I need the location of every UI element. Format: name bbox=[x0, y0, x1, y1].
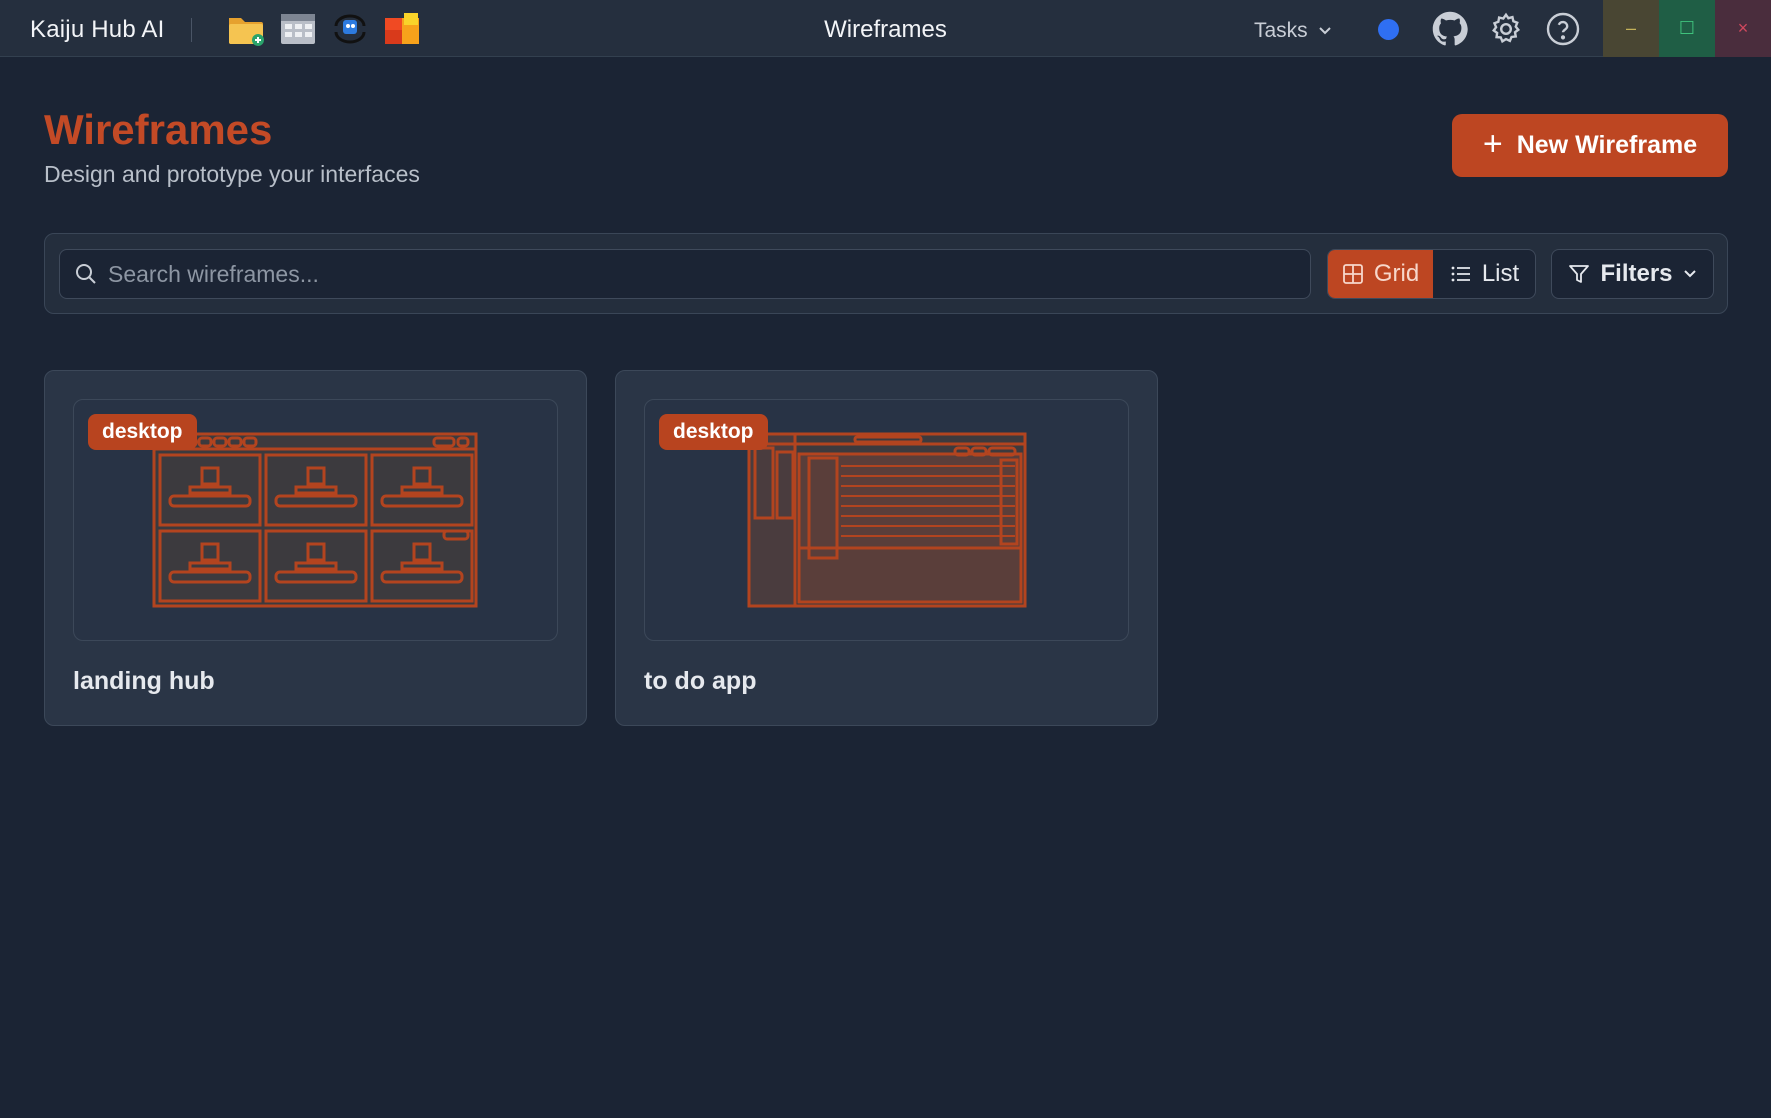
list-view-button[interactable]: List bbox=[1433, 250, 1535, 298]
close-button[interactable]: × bbox=[1715, 0, 1771, 57]
wireframe-card[interactable]: desktop bbox=[615, 370, 1158, 726]
wireframe-name: landing hub bbox=[73, 667, 215, 695]
wireframe-thumbnail: desktop bbox=[73, 399, 558, 641]
list-icon bbox=[1451, 266, 1470, 282]
new-wireframe-label: New Wireframe bbox=[1516, 131, 1698, 159]
gear-icon[interactable] bbox=[1488, 11, 1524, 47]
wireframe-thumbnail: desktop bbox=[644, 399, 1129, 641]
wireframe-name: to do app bbox=[644, 667, 757, 695]
grid-icon bbox=[1342, 264, 1363, 284]
sync-bot-icon[interactable] bbox=[330, 10, 370, 48]
search-icon bbox=[76, 264, 96, 284]
title-bar: Kaiju Hub AI Wireframes Tasks – ☐ × bbox=[0, 0, 1771, 57]
new-wireframe-button[interactable]: + New Wireframe bbox=[1452, 114, 1728, 177]
toolbar: Grid List Filters bbox=[44, 233, 1728, 314]
wireframe-card[interactable]: desktop bbox=[44, 370, 587, 726]
tasks-label: Tasks bbox=[1254, 19, 1308, 42]
page-subtitle: Design and prototype your interfaces bbox=[44, 161, 420, 187]
device-badge: desktop bbox=[88, 414, 197, 450]
chevron-down-icon bbox=[1683, 270, 1696, 278]
title-bar-divider bbox=[191, 18, 192, 42]
maximize-button[interactable]: ☐ bbox=[1659, 0, 1715, 57]
page-title: Wireframes bbox=[44, 106, 273, 153]
help-icon[interactable] bbox=[1545, 11, 1581, 47]
view-toggle: Grid List bbox=[1327, 249, 1536, 299]
list-view-label: List bbox=[1481, 260, 1520, 287]
plus-icon: + bbox=[1482, 125, 1503, 163]
color-blocks-icon[interactable] bbox=[382, 10, 422, 48]
minimize-button[interactable]: – bbox=[1603, 0, 1659, 57]
grid-view-label: Grid bbox=[1373, 260, 1420, 287]
app-name: Kaiju Hub AI bbox=[30, 16, 165, 43]
folder-add-icon[interactable] bbox=[226, 10, 266, 48]
filters-dropdown[interactable]: Filters bbox=[1551, 249, 1714, 299]
grid-app-icon[interactable] bbox=[278, 10, 318, 48]
github-icon[interactable] bbox=[1432, 11, 1468, 47]
grid-view-button[interactable]: Grid bbox=[1328, 250, 1433, 298]
filters-label: Filters bbox=[1600, 260, 1673, 287]
search-input[interactable] bbox=[108, 250, 1298, 298]
tasks-dropdown[interactable]: Tasks bbox=[1254, 18, 1332, 44]
filter-icon bbox=[1569, 265, 1590, 283]
search-box[interactable] bbox=[59, 249, 1311, 299]
chevron-down-icon bbox=[1318, 27, 1331, 35]
status-indicator bbox=[1378, 19, 1399, 40]
device-badge: desktop bbox=[659, 414, 768, 450]
